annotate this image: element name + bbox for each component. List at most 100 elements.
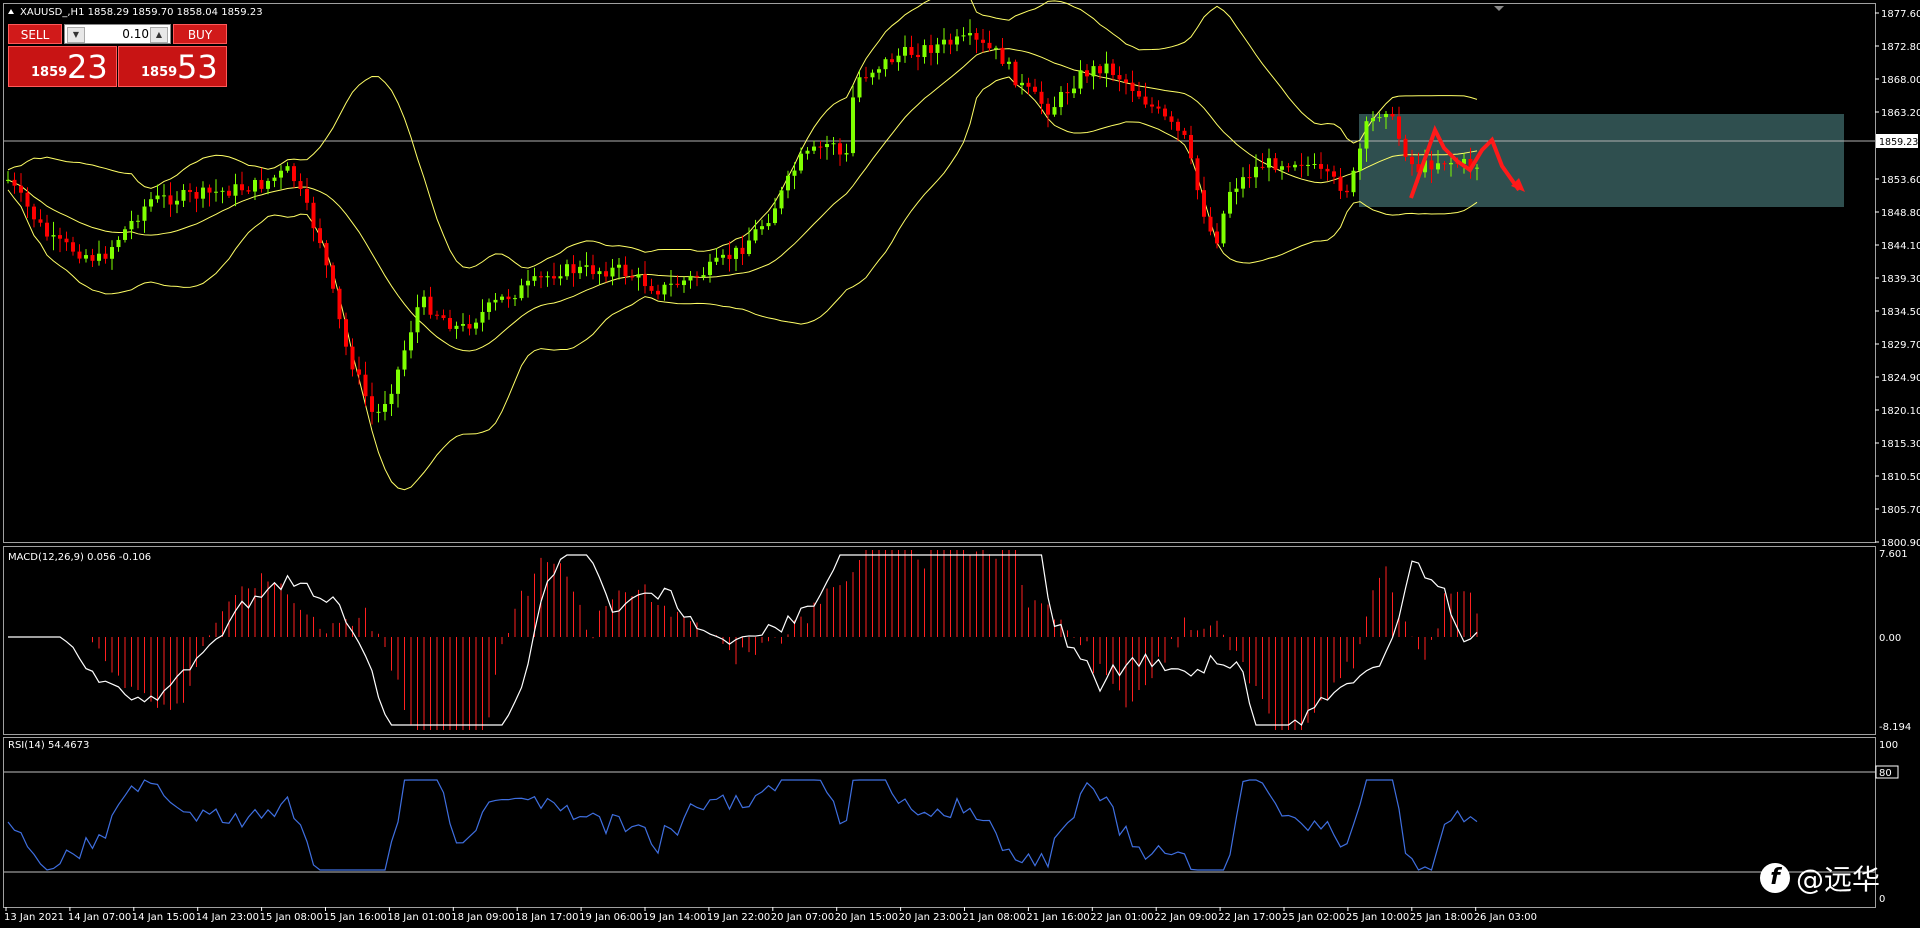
candle-body xyxy=(337,288,342,320)
macd-frame xyxy=(3,546,1876,735)
candle-body xyxy=(32,206,36,220)
candle-body xyxy=(461,324,465,326)
candle-body xyxy=(630,276,634,278)
candle-body xyxy=(201,187,205,199)
candle-body xyxy=(1182,130,1187,135)
candle-body xyxy=(896,55,901,63)
candle-body xyxy=(97,253,101,261)
candle-body xyxy=(292,166,296,182)
time-tick-label: 14 Jan 07:00 xyxy=(68,912,131,923)
candle-body xyxy=(1085,70,1089,77)
time-axis: 13 Jan 2021 14 Jan 07:00 14 Jan 15:00 14 Ja… xyxy=(4,907,1537,923)
candle-body xyxy=(1111,63,1115,76)
candle-body xyxy=(987,42,992,49)
time-tick-label: 22 Jan 17:00 xyxy=(1218,912,1281,923)
price-tick-label: 1868.00 xyxy=(1881,75,1920,86)
buy-button[interactable]: BUY xyxy=(173,24,227,44)
candle-body xyxy=(422,296,426,308)
candle-body xyxy=(467,324,472,329)
candle-body xyxy=(1475,167,1479,169)
candle-body xyxy=(246,190,251,192)
price-tick-label: 1848.80 xyxy=(1881,208,1920,219)
candle-body xyxy=(695,275,699,278)
candle-body xyxy=(747,240,751,255)
candle-body xyxy=(935,44,940,53)
time-tick-label: 26 Jan 03:00 xyxy=(1474,912,1537,923)
candle-body xyxy=(961,35,966,37)
candle-body xyxy=(1293,164,1297,168)
collapse-arrow-icon[interactable] xyxy=(8,9,14,14)
candle-body xyxy=(1299,164,1304,166)
price-tick-label: 1829.70 xyxy=(1881,340,1920,351)
candle-body xyxy=(714,257,719,262)
candle-body xyxy=(968,33,972,36)
candle-body xyxy=(136,220,140,222)
candle-body xyxy=(662,284,667,295)
candle-body xyxy=(727,254,732,259)
candle-body xyxy=(1130,82,1135,92)
candle-body xyxy=(597,271,602,275)
candle-body xyxy=(376,411,381,413)
chart-title: XAUUSD_,H1 1858.29 1859.70 1858.04 1859.… xyxy=(20,7,263,18)
time-tick-label: 22 Jan 09:00 xyxy=(1154,912,1217,923)
candle-body xyxy=(539,276,543,278)
candle-body xyxy=(1072,88,1076,94)
candle-body xyxy=(1390,113,1395,117)
candle-body xyxy=(1098,66,1102,74)
price-tick-label: 1810.50 xyxy=(1881,472,1920,483)
candle-body xyxy=(1046,103,1050,115)
candle-body xyxy=(298,181,303,190)
candle-body xyxy=(162,195,166,197)
candle-body xyxy=(948,39,953,45)
candle-body xyxy=(448,318,452,329)
sell-button[interactable]: SELL xyxy=(8,24,62,44)
time-tick-label: 13 Jan 2021 xyxy=(4,912,64,923)
candle-body xyxy=(1176,121,1180,131)
candle-body xyxy=(825,144,829,148)
buy-price-button[interactable]: 1859 53 xyxy=(118,46,227,87)
candle-body xyxy=(266,180,270,189)
lot-size-field[interactable]: ▼ ▲ xyxy=(64,24,171,44)
candle-body xyxy=(766,223,771,227)
candle-body xyxy=(1247,177,1252,179)
candle-body xyxy=(1117,75,1122,80)
chart-canvas[interactable]: XAUUSD_,H1 1858.29 1859.70 1858.04 1859.… xyxy=(0,0,1920,928)
candle-body xyxy=(45,222,49,237)
candle-body xyxy=(350,346,355,370)
watermark-logo-icon: f xyxy=(1760,863,1790,893)
candle-body xyxy=(857,77,862,98)
candle-body xyxy=(194,192,199,199)
candle-body xyxy=(721,254,725,258)
candle-body xyxy=(1039,91,1044,104)
candle-body xyxy=(831,143,836,145)
candle-body xyxy=(1156,106,1161,109)
candle-body xyxy=(799,153,803,171)
candle-body xyxy=(1267,158,1271,168)
lot-input[interactable] xyxy=(89,25,149,43)
macd-bottom-label: -8.194 xyxy=(1879,722,1911,733)
candle-body xyxy=(532,276,537,281)
sell-price-button[interactable]: 1859 23 xyxy=(8,46,117,87)
shift-marker-icon[interactable] xyxy=(1494,6,1504,11)
price-tick-label: 1800.90 xyxy=(1881,538,1920,549)
candle-body xyxy=(805,150,810,154)
time-tick-label: 18 Jan 01:00 xyxy=(387,912,450,923)
candle-body xyxy=(1007,61,1011,64)
candle-body xyxy=(909,46,914,55)
band-line xyxy=(7,48,1478,352)
candle-body xyxy=(1241,177,1245,189)
price-tick-label: 1872.80 xyxy=(1881,42,1920,53)
lot-decrease-icon[interactable]: ▼ xyxy=(67,27,85,43)
candle-body xyxy=(649,286,654,291)
candle-body xyxy=(558,276,563,279)
candle-body xyxy=(90,255,95,261)
candle-body xyxy=(25,192,30,207)
candle-body xyxy=(506,296,511,300)
candle-body xyxy=(305,189,309,203)
candle-body xyxy=(51,235,56,237)
lot-increase-icon[interactable]: ▲ xyxy=(150,27,168,43)
candle-body xyxy=(740,247,745,255)
candle-body xyxy=(1228,191,1232,214)
candle-body xyxy=(883,59,888,70)
candle-body xyxy=(1202,190,1206,217)
